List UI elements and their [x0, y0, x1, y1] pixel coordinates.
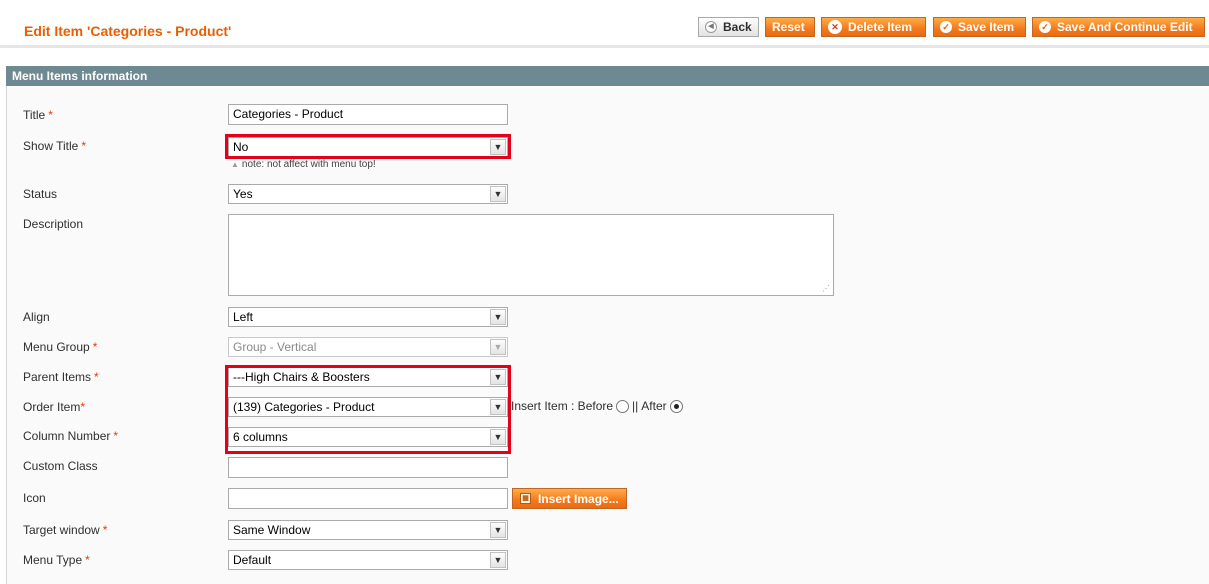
back-arrow-icon: ◀ [705, 21, 717, 33]
checkmark-icon: ✓ [940, 21, 952, 33]
checkmark-icon: ✓ [1039, 21, 1051, 33]
menu-type-label: Menu Type * [23, 553, 90, 567]
show-title-note: ▲ note: not affect with menu top! [231, 159, 376, 170]
delete-button-label: Delete Item [848, 20, 913, 34]
chevron-down-icon: ▼ [490, 522, 506, 538]
form-panel [6, 86, 1209, 584]
align-label: Align [23, 310, 50, 324]
column-number-label: Column Number * [23, 429, 119, 443]
chevron-down-icon: ▼ [490, 552, 506, 568]
reset-button-label: Reset [772, 20, 805, 34]
back-button-label: Back [723, 20, 752, 34]
section-header: Menu Items information [6, 66, 1209, 86]
insert-after-label: After [641, 399, 667, 413]
highlight-box-show-title [225, 134, 511, 159]
insert-after-radio[interactable] [669, 399, 683, 413]
save-and-continue-button[interactable]: ✓ Save And Continue Edit [1032, 17, 1205, 37]
insert-image-label: Insert Image... [538, 491, 619, 506]
triangle-up-icon: ▲ [231, 160, 239, 169]
insert-before-label: Insert Item : Before [511, 399, 614, 413]
header-divider [0, 45, 1209, 48]
insert-separator: || [632, 399, 639, 413]
target-window-select[interactable]: Same Window ▼ [228, 520, 508, 540]
custom-class-input[interactable] [228, 457, 508, 478]
menu-group-label: Menu Group * [23, 340, 98, 354]
parent-items-label: Parent Items * [23, 370, 99, 384]
insert-before-radio[interactable] [616, 399, 630, 413]
insert-image-button[interactable]: ▦ Insert Image... [512, 488, 627, 509]
icon-label: Icon [23, 491, 46, 505]
title-input[interactable]: Categories - Product [228, 104, 508, 125]
page-title: Edit Item 'Categories - Product' [24, 23, 232, 39]
resize-grip-icon[interactable]: ⋰ [822, 285, 830, 293]
status-label: Status [23, 187, 58, 201]
order-item-label: Order Item* [23, 400, 86, 414]
align-select[interactable]: Left ▼ [228, 307, 508, 327]
back-button[interactable]: ◀ Back [698, 17, 759, 37]
chevron-down-icon: ▼ [490, 186, 506, 202]
icon-input[interactable] [228, 488, 508, 509]
description-textarea[interactable]: ⋰ [228, 214, 834, 296]
save-item-button[interactable]: ✓ Save Item [933, 17, 1026, 37]
title-label: Title * [23, 108, 53, 122]
reset-button[interactable]: Reset [765, 17, 815, 37]
chevron-down-icon: ▼ [490, 339, 506, 355]
delete-item-button[interactable]: ✕ Delete Item [821, 17, 926, 37]
description-label: Description [23, 217, 84, 231]
save-continue-button-label: Save And Continue Edit [1057, 20, 1193, 34]
target-window-label: Target window * [23, 523, 108, 537]
show-title-label: Show Title * [23, 139, 87, 153]
menu-type-select[interactable]: Default ▼ [228, 550, 508, 570]
image-icon: ▦ [520, 493, 531, 504]
insert-position-group: Insert Item : Before || After [511, 399, 686, 413]
highlight-box-order-settings [225, 365, 511, 454]
menu-group-select: Group - Vertical ▼ [228, 337, 508, 357]
custom-class-label: Custom Class [23, 459, 98, 473]
chevron-down-icon: ▼ [490, 309, 506, 325]
status-select[interactable]: Yes ▼ [228, 184, 508, 204]
save-button-label: Save Item [958, 20, 1015, 34]
delete-icon: ✕ [828, 20, 842, 34]
